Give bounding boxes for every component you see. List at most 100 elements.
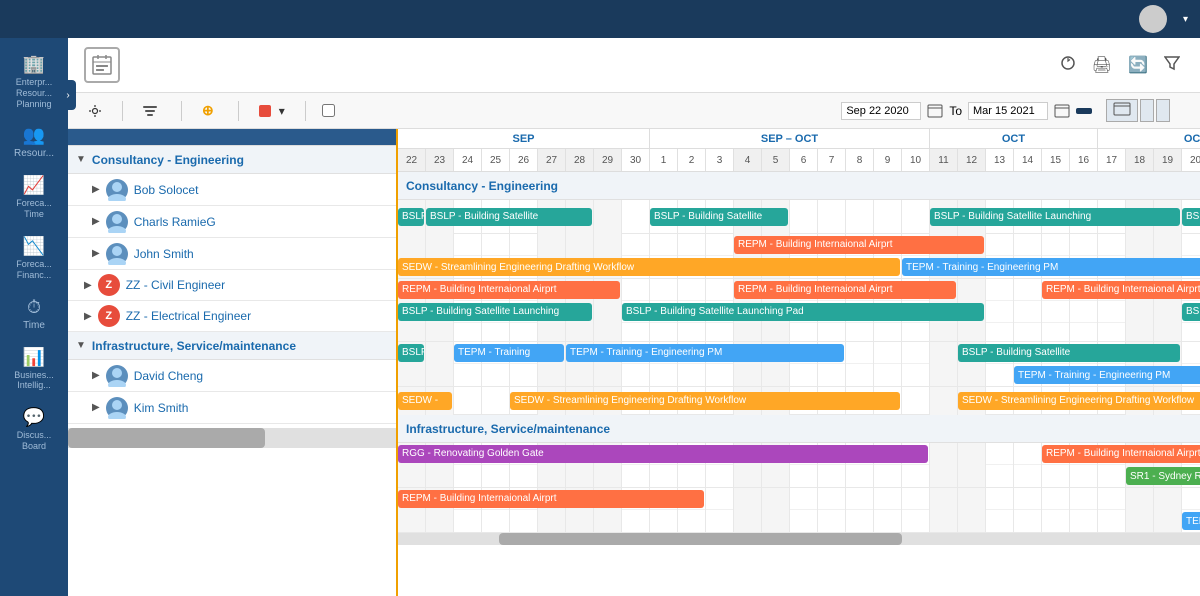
sidebar-item-label: Resour... <box>14 148 54 159</box>
calendar-day-5: 27 <box>538 149 566 171</box>
gantt-bar[interactable]: SEDW - Streamlining Engineering Drafting… <box>958 392 1200 410</box>
member-avatar-kim <box>106 397 128 419</box>
gantt-double-row: REPM - Building Internaional Airprt SEDW … <box>398 234 1200 279</box>
sidebar-toggle-button[interactable]: › <box>60 80 76 110</box>
gantt-bar[interactable]: BSLP - Building Satellite <box>958 344 1180 362</box>
calendar-day-7: 29 <box>594 149 622 171</box>
gantt-bar[interactable]: REPM - Building Internaional Airprt <box>398 281 620 299</box>
team-member-bob[interactable]: ▶ Bob Solocet <box>68 174 396 206</box>
gantt-bar[interactable]: TEPM - Training <box>454 344 564 362</box>
calendar-day-18: 10 <box>902 149 930 171</box>
date-range-area: To <box>835 99 1184 122</box>
gantt-bar[interactable]: BSLP - Building Satellite <box>650 208 788 226</box>
member-avatar-bob <box>106 179 128 201</box>
team-member-john[interactable]: ▶ John Smith <box>68 238 396 270</box>
settings-button[interactable] <box>84 102 106 120</box>
gantt-row: SEDW - Streamlining Engineering Drafting… <box>398 256 1200 278</box>
gantt-bar[interactable]: BSLP - Building Satellite Launching Pad <box>622 303 984 321</box>
team-resource-zz-civil[interactable]: ▶ Z ZZ - Civil Engineer <box>68 270 396 301</box>
expand-icon: ▶ <box>92 248 100 259</box>
group-name: Consultancy - Engineering <box>92 153 244 167</box>
month-oct-2: OCT <box>1098 129 1200 148</box>
calendar-day-14: 6 <box>790 149 818 171</box>
user-menu-chevron[interactable]: ▾ <box>1183 14 1188 25</box>
gantt-bar[interactable]: REPM - Building Internaional Airprt <box>1042 281 1200 299</box>
expand-level-button[interactable]: ⊕ <box>198 100 222 121</box>
gantt-row: RGG - Renovating Golden Gate REPM - Build… <box>398 443 1200 465</box>
enterprise-icon: 🏢 <box>23 54 45 75</box>
gantt-bar[interactable]: REPM - Building Internaional Airprt <box>398 490 704 508</box>
calendar-day-0: 22 <box>398 149 426 171</box>
date-to-input[interactable] <box>968 102 1048 120</box>
calendar-to-icon <box>1054 104 1070 118</box>
autofit-label[interactable] <box>322 104 339 117</box>
gantt-bar[interactable]: BSLP - Building Satellite Launching <box>398 303 592 321</box>
gantt-group-label: Consultancy - Engineering <box>406 179 558 193</box>
gantt-bar[interactable]: BSLP <box>398 344 424 362</box>
gantt-bar[interactable]: BSLP - Building Satellite Launching Pad <box>1182 208 1200 226</box>
sync-header-button[interactable]: 🔄 <box>1124 51 1152 79</box>
toolbar-separator-2 <box>181 101 182 121</box>
group-by-button[interactable] <box>139 104 165 118</box>
team-member-charls[interactable]: ▶ Charls RamieG <box>68 206 396 238</box>
go-button[interactable] <box>1076 108 1092 114</box>
gantt-bar[interactable]: BSLP - Building Satellite <box>426 208 592 226</box>
gantt-bar[interactable]: TEPM - Training - Engineering PM <box>902 258 1200 276</box>
user-area: ▾ <box>1139 5 1188 33</box>
autofit-checkbox[interactable] <box>322 104 335 117</box>
gantt-bar[interactable]: REPM - Building Internaional Airprt <box>1042 445 1200 463</box>
gantt-bar[interactable]: RGG - Renovating Golden Gate <box>398 445 928 463</box>
team-group-infra[interactable]: ▼ Infrastructure, Service/maintenance <box>68 332 396 360</box>
resource-icon: 👥 <box>23 125 45 146</box>
filter-header-button[interactable] <box>1160 51 1184 80</box>
date-from-input[interactable] <box>841 102 921 120</box>
gantt-bar[interactable]: BSLP <box>398 208 424 226</box>
gantt-bar[interactable]: TEPM - Training - Engineering PM <box>1014 366 1200 384</box>
sidebar-item-label: Busines...Intellig... <box>14 370 54 392</box>
gantt-row: TEPM - Training - Engineering PM <box>398 364 1200 386</box>
chart-inner: SEP SEP – OCT OCT OCT OCT 22232425262728… <box>398 129 1200 545</box>
gantt-group-header: Consultancy - Engineering <box>398 172 1200 200</box>
team-resource-zz-electrical[interactable]: ▶ Z ZZ - Electrical Engineer <box>68 301 396 332</box>
gantt-bar[interactable]: REPM - Building Internaional Airprt <box>734 236 984 254</box>
team-group-consultancy[interactable]: ▼ Consultancy - Engineering <box>68 146 396 174</box>
gantt-bar[interactable]: BSLP - Building Satellite Launching <box>1182 303 1200 321</box>
team-member-david[interactable]: ▶ David Cheng <box>68 360 396 392</box>
gantt-bar[interactable]: SEDW - <box>398 392 452 410</box>
period-button[interactable]: ▾ <box>255 102 289 120</box>
gantt-bar[interactable]: BSLP - Building Satellite Launching <box>930 208 1180 226</box>
sidebar-item-forecast-time[interactable]: 📈 Foreca...Time <box>0 167 68 228</box>
gantt-bar[interactable]: TEPM - Training - Engineering PM <box>566 344 844 362</box>
sidebar: 🏢 Enterpr...Resour...Planning 👥 Resour..… <box>0 38 68 596</box>
header-actions: 🖨 🔄 <box>1056 51 1184 80</box>
sidebar-item-label: Foreca...Financ... <box>16 259 52 281</box>
calendar-day-22: 14 <box>1014 149 1042 171</box>
nav-calendar-button[interactable] <box>1106 99 1138 122</box>
sidebar-item-forecast-finance[interactable]: 📉 Foreca...Financ... <box>0 228 68 289</box>
sidebar-item-resource[interactable]: 👥 Resour... <box>0 117 68 167</box>
calendar-days: 2223242526272829301234567891011121314151… <box>398 149 1200 171</box>
gantt-bar[interactable]: SR1 - Sydney Room 1 <box>1126 467 1200 485</box>
team-panel: ▼ Consultancy - Engineering ▶ Bob Soloce… <box>68 129 398 596</box>
team-member-kim[interactable]: ▶ Kim Smith <box>68 392 396 424</box>
sidebar-item-discuss[interactable]: 💬 Discus...Board <box>0 399 68 460</box>
print-header-button[interactable]: 🖨 <box>1088 51 1116 79</box>
sidebar-item-time[interactable]: ⏱ Time <box>0 289 68 339</box>
team-panel-header <box>68 129 396 146</box>
calendar-from-icon <box>927 104 943 118</box>
refresh-header-button[interactable] <box>1056 51 1080 80</box>
date-to-label: To <box>949 104 962 118</box>
calendar-day-1: 23 <box>426 149 454 171</box>
chart-panel[interactable]: SEP SEP – OCT OCT OCT OCT 22232425262728… <box>398 129 1200 596</box>
nav-next-button[interactable] <box>1156 99 1170 122</box>
resource-name-zz-civil: ZZ - Civil Engineer <box>126 278 225 292</box>
sidebar-item-enterprise[interactable]: 🏢 Enterpr...Resour...Planning <box>0 46 68 117</box>
gantt-bar[interactable]: REPM - Building Internaional Airprt <box>734 281 956 299</box>
gantt-bar[interactable]: SEDW - Streamlining Engineering Drafting… <box>510 392 900 410</box>
sidebar-item-business-intel[interactable]: 📊 Busines...Intellig... <box>0 339 68 400</box>
nav-prev-button[interactable] <box>1140 99 1154 122</box>
gantt-double-row: REPM - Building Internaional Airprt TEPM … <box>398 488 1200 533</box>
gantt-bar[interactable]: TEPM - Training - Engineering... <box>1182 512 1200 530</box>
gantt-row: BSLP - Building Satellite Launching BSLP … <box>398 301 1200 323</box>
gantt-bar[interactable]: SEDW - Streamlining Engineering Drafting… <box>398 258 900 276</box>
